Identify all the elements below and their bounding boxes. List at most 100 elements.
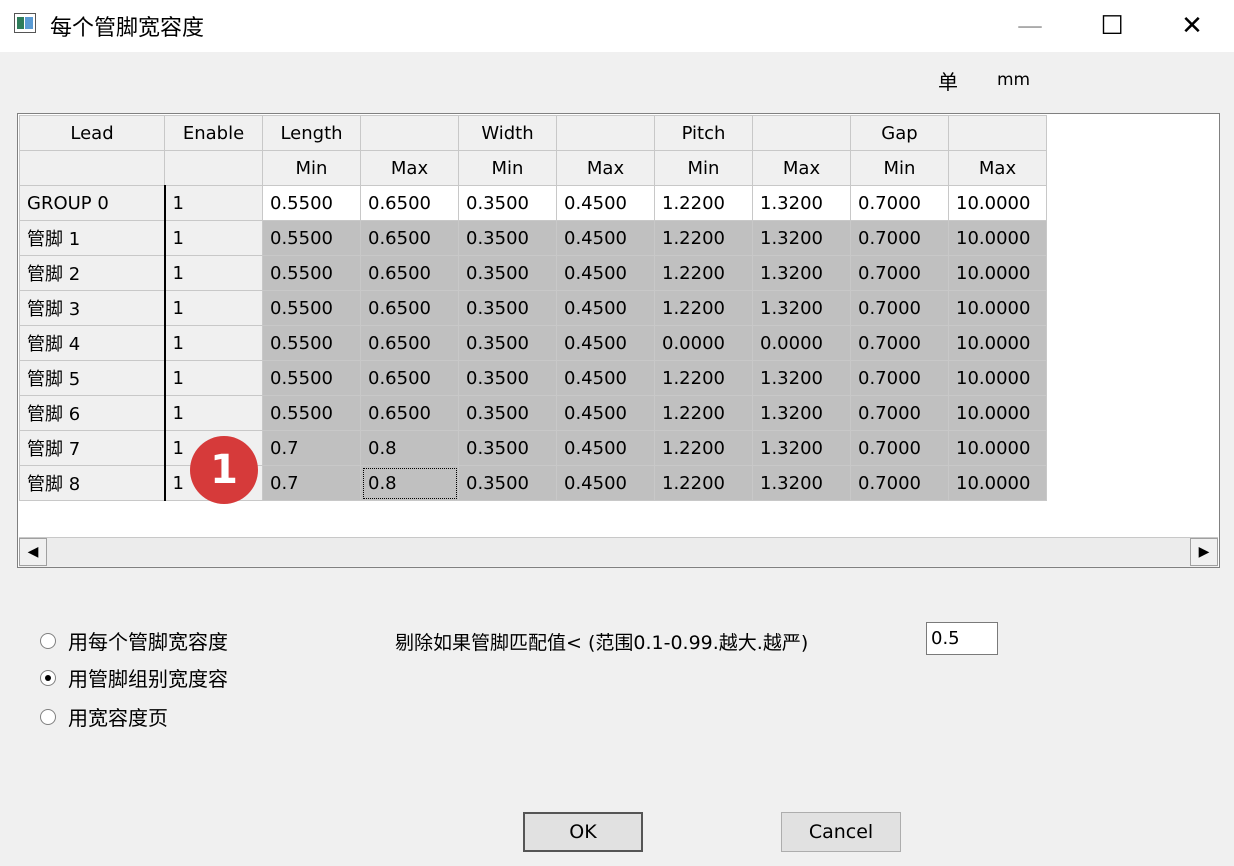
- column-header[interactable]: [948, 115, 1047, 151]
- row-enable-cell[interactable]: 1: [164, 185, 263, 221]
- value-cell[interactable]: 10.0000: [948, 255, 1047, 291]
- value-cell[interactable]: 0.6500: [360, 395, 459, 431]
- value-cell[interactable]: 0.3500: [458, 220, 557, 256]
- close-button[interactable]: ✕: [1152, 0, 1232, 52]
- value-cell[interactable]: 0.5500: [262, 220, 361, 256]
- row-lead-label[interactable]: 管脚 1: [19, 220, 166, 256]
- value-cell[interactable]: 10.0000: [948, 360, 1047, 396]
- value-cell[interactable]: 0.5500: [262, 255, 361, 291]
- value-cell[interactable]: 10.0000: [948, 290, 1047, 326]
- maximize-button[interactable]: ☐: [1072, 0, 1152, 52]
- column-header[interactable]: Width: [458, 115, 557, 151]
- radio-group[interactable]: 用管脚组别宽度容: [40, 663, 228, 692]
- value-cell[interactable]: 1.2200: [654, 395, 753, 431]
- value-cell[interactable]: 0.3500: [458, 395, 557, 431]
- reject-threshold-input[interactable]: [926, 622, 998, 655]
- value-cell[interactable]: 10.0000: [948, 325, 1047, 361]
- value-cell[interactable]: 0.3500: [458, 185, 557, 221]
- value-cell[interactable]: 10.0000: [948, 220, 1047, 256]
- radio-per-lead[interactable]: 用每个管脚宽容度: [40, 626, 228, 655]
- value-cell[interactable]: 0.5500: [262, 360, 361, 396]
- value-cell[interactable]: 1.3200: [752, 430, 851, 466]
- value-cell[interactable]: 1.3200: [752, 465, 851, 501]
- value-cell[interactable]: 0.6500: [360, 185, 459, 221]
- value-cell[interactable]: 0.7: [262, 465, 361, 501]
- column-header[interactable]: Pitch: [654, 115, 753, 151]
- radio-tolerance-page-dot[interactable]: [40, 708, 56, 725]
- row-lead-label[interactable]: GROUP 0: [19, 185, 166, 221]
- column-header[interactable]: [164, 150, 263, 186]
- column-header[interactable]: [752, 115, 851, 151]
- value-cell[interactable]: 0.6500: [360, 290, 459, 326]
- radio-per-lead-dot[interactable]: [40, 632, 56, 649]
- value-cell[interactable]: 0.3500: [458, 325, 557, 361]
- row-enable-cell[interactable]: 1: [164, 395, 263, 431]
- row-lead-label[interactable]: 管脚 4: [19, 325, 166, 361]
- value-cell[interactable]: 0.6500: [360, 220, 459, 256]
- column-header[interactable]: Min: [458, 150, 557, 186]
- value-cell[interactable]: 0.5500: [262, 325, 361, 361]
- value-cell[interactable]: 0.6500: [360, 255, 459, 291]
- row-enable-cell[interactable]: 1: [164, 290, 263, 326]
- value-cell[interactable]: 0.7000: [850, 220, 949, 256]
- row-lead-label[interactable]: 管脚 6: [19, 395, 166, 431]
- column-header[interactable]: [556, 115, 655, 151]
- value-cell[interactable]: 0.0000: [752, 325, 851, 361]
- value-cell[interactable]: 0.4500: [556, 465, 655, 501]
- row-enable-cell[interactable]: 1: [164, 360, 263, 396]
- value-cell[interactable]: 0.4500: [556, 220, 655, 256]
- column-header[interactable]: Gap: [850, 115, 949, 151]
- value-cell[interactable]: 10.0000: [948, 185, 1047, 221]
- value-cell[interactable]: 0.4500: [556, 430, 655, 466]
- value-cell[interactable]: 0.6500: [360, 360, 459, 396]
- value-cell[interactable]: 0.7000: [850, 465, 949, 501]
- scroll-right-icon[interactable]: ▶: [1190, 538, 1218, 566]
- column-header[interactable]: Enable: [164, 115, 263, 151]
- value-cell[interactable]: 0.3500: [458, 465, 557, 501]
- value-cell[interactable]: 0.4500: [556, 395, 655, 431]
- column-header[interactable]: Min: [262, 150, 361, 186]
- cancel-button[interactable]: Cancel: [781, 812, 901, 852]
- column-header[interactable]: Max: [360, 150, 459, 186]
- value-cell[interactable]: 0.7000: [850, 325, 949, 361]
- value-cell[interactable]: 1.2200: [654, 220, 753, 256]
- scrollbar-track[interactable]: [47, 538, 1190, 566]
- column-header[interactable]: Min: [850, 150, 949, 186]
- value-cell[interactable]: 1.3200: [752, 360, 851, 396]
- column-header[interactable]: Min: [654, 150, 753, 186]
- column-header[interactable]: Length: [262, 115, 361, 151]
- column-header[interactable]: [19, 150, 165, 186]
- value-cell[interactable]: 0.4500: [556, 290, 655, 326]
- value-cell[interactable]: 1.3200: [752, 290, 851, 326]
- value-cell[interactable]: 10.0000: [948, 430, 1047, 466]
- column-header[interactable]: [360, 115, 459, 151]
- value-cell[interactable]: 1.2200: [654, 255, 753, 291]
- value-cell[interactable]: 0.7000: [850, 255, 949, 291]
- row-lead-label[interactable]: 管脚 5: [19, 360, 166, 396]
- row-enable-cell[interactable]: 1: [164, 325, 263, 361]
- value-cell[interactable]: 1.3200: [752, 255, 851, 291]
- ok-button[interactable]: OK: [523, 812, 643, 852]
- value-cell[interactable]: 0.4500: [556, 255, 655, 291]
- value-cell[interactable]: 1.3200: [752, 395, 851, 431]
- value-cell[interactable]: 0.6500: [360, 325, 459, 361]
- value-cell[interactable]: 0.0000: [654, 325, 753, 361]
- value-cell[interactable]: 0.3500: [458, 290, 557, 326]
- column-header[interactable]: Max: [948, 150, 1047, 186]
- value-cell[interactable]: 0.3500: [458, 430, 557, 466]
- value-cell[interactable]: 0.3500: [458, 255, 557, 291]
- value-cell[interactable]: 0.8: [360, 465, 459, 501]
- value-cell[interactable]: 0.7000: [850, 430, 949, 466]
- value-cell[interactable]: 0.8: [360, 430, 459, 466]
- value-cell[interactable]: 0.4500: [556, 325, 655, 361]
- value-cell[interactable]: 1.2200: [654, 465, 753, 501]
- column-header[interactable]: Max: [556, 150, 655, 186]
- value-cell[interactable]: 10.0000: [948, 395, 1047, 431]
- column-header[interactable]: Lead: [19, 115, 165, 151]
- value-cell[interactable]: 0.5500: [262, 185, 361, 221]
- value-cell[interactable]: 0.4500: [556, 360, 655, 396]
- value-cell[interactable]: 0.7000: [850, 395, 949, 431]
- value-cell[interactable]: 0.4500: [556, 185, 655, 221]
- value-cell[interactable]: 0.7000: [850, 290, 949, 326]
- horizontal-scrollbar[interactable]: ◀ ▶: [19, 537, 1218, 567]
